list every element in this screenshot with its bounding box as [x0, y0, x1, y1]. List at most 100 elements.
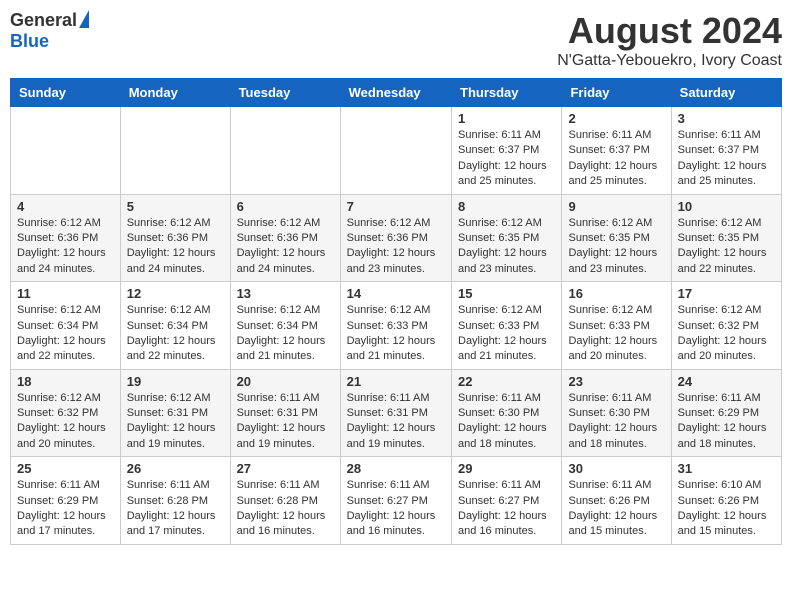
day-info: Sunrise: 6:12 AM Sunset: 6:32 PM Dayligh…	[678, 303, 775, 365]
day-header-thursday: Thursday	[452, 79, 562, 107]
day-info: Sunrise: 6:12 AM Sunset: 6:31 PM Dayligh…	[127, 391, 224, 453]
day-number: 26	[127, 461, 224, 476]
day-number: 6	[237, 199, 334, 214]
week-row-1: 1 Sunrise: 6:11 AM Sunset: 6:37 PM Daylig…	[11, 107, 782, 195]
calendar-cell: 4Sunrise: 6:12 AM Sunset: 6:36 PM Daylig…	[11, 194, 121, 282]
main-title: August 2024	[557, 10, 782, 52]
day-info: Sunrise: 6:12 AM Sunset: 6:32 PM Dayligh…	[17, 391, 114, 453]
day-number: 7	[347, 199, 445, 214]
day-number: 15	[458, 286, 555, 301]
day-info: Sunrise: 6:11 AM Sunset: 6:27 PM Dayligh…	[458, 478, 555, 540]
calendar-cell	[230, 107, 340, 195]
day-number: 30	[568, 461, 664, 476]
calendar-cell: 7 Sunrise: 6:12 AM Sunset: 6:36 PM Daylig…	[340, 194, 451, 282]
calendar-cell: 11 Sunrise: 6:12 AM Sunset: 6:34 PM Dayli…	[11, 282, 121, 370]
day-info: Sunrise: 6:12 AM Sunset: 6:36 PM Dayligh…	[17, 216, 114, 278]
day-info: Sunrise: 6:12 AM Sunset: 6:34 PM Dayligh…	[17, 303, 114, 365]
logo: General Blue	[10, 10, 89, 52]
day-info: Sunrise: 6:12 AM Sunset: 6:35 PM Dayligh…	[678, 216, 775, 278]
day-number: 22	[458, 374, 555, 389]
day-info: Sunrise: 6:12 AM Sunset: 6:35 PM Dayligh…	[458, 216, 555, 278]
day-number: 28	[347, 461, 445, 476]
day-number: 11	[17, 286, 114, 301]
day-number: 31	[678, 461, 775, 476]
calendar-cell: 21 Sunrise: 6:11 AM Sunset: 6:31 PM Dayli…	[340, 369, 451, 457]
day-info: Sunrise: 6:11 AM Sunset: 6:28 PM Dayligh…	[237, 478, 334, 540]
day-info: Sunrise: 6:12 AM Sunset: 6:34 PM Dayligh…	[127, 303, 224, 365]
calendar-cell: 13 Sunrise: 6:12 AM Sunset: 6:34 PM Dayli…	[230, 282, 340, 370]
calendar-cell	[120, 107, 230, 195]
day-info: Sunrise: 6:11 AM Sunset: 6:31 PM Dayligh…	[237, 391, 334, 453]
day-header-friday: Friday	[562, 79, 671, 107]
calendar-cell: 23 Sunrise: 6:11 AM Sunset: 6:30 PM Dayli…	[562, 369, 671, 457]
calendar-cell: 3Sunrise: 6:11 AM Sunset: 6:37 PM Daylig…	[671, 107, 781, 195]
day-info: Sunrise: 6:11 AM Sunset: 6:31 PM Dayligh…	[347, 391, 445, 453]
day-info: Sunrise: 6:11 AM Sunset: 6:30 PM Dayligh…	[458, 391, 555, 453]
week-row-2: 4Sunrise: 6:12 AM Sunset: 6:36 PM Daylig…	[11, 194, 782, 282]
calendar-table: SundayMondayTuesdayWednesdayThursdayFrid…	[10, 78, 782, 545]
calendar-cell: 25Sunrise: 6:11 AM Sunset: 6:29 PM Dayli…	[11, 457, 121, 545]
calendar-cell: 30 Sunrise: 6:11 AM Sunset: 6:26 PM Dayli…	[562, 457, 671, 545]
calendar-cell: 20Sunrise: 6:11 AM Sunset: 6:31 PM Dayli…	[230, 369, 340, 457]
day-number: 24	[678, 374, 775, 389]
day-number: 8	[458, 199, 555, 214]
calendar-header-row: SundayMondayTuesdayWednesdayThursdayFrid…	[11, 79, 782, 107]
calendar-cell	[11, 107, 121, 195]
day-number: 5	[127, 199, 224, 214]
logo-blue-text: Blue	[10, 31, 49, 52]
calendar-cell: 8 Sunrise: 6:12 AM Sunset: 6:35 PM Daylig…	[452, 194, 562, 282]
day-info: Sunrise: 6:12 AM Sunset: 6:33 PM Dayligh…	[458, 303, 555, 365]
week-row-5: 25Sunrise: 6:11 AM Sunset: 6:29 PM Dayli…	[11, 457, 782, 545]
calendar-cell: 28 Sunrise: 6:11 AM Sunset: 6:27 PM Dayli…	[340, 457, 451, 545]
calendar-cell: 6 Sunrise: 6:12 AM Sunset: 6:36 PM Daylig…	[230, 194, 340, 282]
day-number: 9	[568, 199, 664, 214]
day-number: 18	[17, 374, 114, 389]
day-info: Sunrise: 6:11 AM Sunset: 6:30 PM Dayligh…	[568, 391, 664, 453]
day-info: Sunrise: 6:12 AM Sunset: 6:34 PM Dayligh…	[237, 303, 334, 365]
calendar-body: 1 Sunrise: 6:11 AM Sunset: 6:37 PM Daylig…	[11, 107, 782, 545]
day-info: Sunrise: 6:11 AM Sunset: 6:28 PM Dayligh…	[127, 478, 224, 540]
day-number: 14	[347, 286, 445, 301]
day-number: 10	[678, 199, 775, 214]
day-info: Sunrise: 6:12 AM Sunset: 6:35 PM Dayligh…	[568, 216, 664, 278]
day-number: 29	[458, 461, 555, 476]
logo-general-text: General	[10, 10, 77, 31]
day-number: 13	[237, 286, 334, 301]
week-row-3: 11 Sunrise: 6:12 AM Sunset: 6:34 PM Dayli…	[11, 282, 782, 370]
calendar-cell: 12 Sunrise: 6:12 AM Sunset: 6:34 PM Dayli…	[120, 282, 230, 370]
calendar-cell: 31 Sunrise: 6:10 AM Sunset: 6:26 PM Dayli…	[671, 457, 781, 545]
day-info: Sunrise: 6:11 AM Sunset: 6:27 PM Dayligh…	[347, 478, 445, 540]
day-number: 12	[127, 286, 224, 301]
calendar-cell: 19Sunrise: 6:12 AM Sunset: 6:31 PM Dayli…	[120, 369, 230, 457]
calendar-cell: 27Sunrise: 6:11 AM Sunset: 6:28 PM Dayli…	[230, 457, 340, 545]
day-info: Sunrise: 6:10 AM Sunset: 6:26 PM Dayligh…	[678, 478, 775, 540]
page-header: General Blue August 2024 N'Gatta-Yebouek…	[10, 10, 782, 70]
day-info: Sunrise: 6:12 AM Sunset: 6:36 PM Dayligh…	[347, 216, 445, 278]
calendar-cell: 14 Sunrise: 6:12 AM Sunset: 6:33 PM Dayli…	[340, 282, 451, 370]
day-info: Sunrise: 6:11 AM Sunset: 6:37 PM Dayligh…	[568, 128, 664, 190]
calendar-cell: 1 Sunrise: 6:11 AM Sunset: 6:37 PM Daylig…	[452, 107, 562, 195]
title-section: August 2024 N'Gatta-Yebouekro, Ivory Coa…	[557, 10, 782, 70]
day-header-monday: Monday	[120, 79, 230, 107]
day-number: 23	[568, 374, 664, 389]
day-number: 17	[678, 286, 775, 301]
calendar-cell	[340, 107, 451, 195]
subtitle: N'Gatta-Yebouekro, Ivory Coast	[557, 52, 782, 70]
day-info: Sunrise: 6:12 AM Sunset: 6:36 PM Dayligh…	[237, 216, 334, 278]
day-info: Sunrise: 6:11 AM Sunset: 6:29 PM Dayligh…	[678, 391, 775, 453]
day-header-sunday: Sunday	[11, 79, 121, 107]
day-number: 21	[347, 374, 445, 389]
day-info: Sunrise: 6:11 AM Sunset: 6:37 PM Dayligh…	[678, 128, 775, 190]
day-info: Sunrise: 6:12 AM Sunset: 6:33 PM Dayligh…	[568, 303, 664, 365]
day-info: Sunrise: 6:11 AM Sunset: 6:26 PM Dayligh…	[568, 478, 664, 540]
day-info: Sunrise: 6:12 AM Sunset: 6:36 PM Dayligh…	[127, 216, 224, 278]
day-header-wednesday: Wednesday	[340, 79, 451, 107]
day-info: Sunrise: 6:11 AM Sunset: 6:37 PM Dayligh…	[458, 128, 555, 190]
calendar-cell: 15 Sunrise: 6:12 AM Sunset: 6:33 PM Dayli…	[452, 282, 562, 370]
calendar-cell: 24 Sunrise: 6:11 AM Sunset: 6:29 PM Dayli…	[671, 369, 781, 457]
calendar-cell: 22 Sunrise: 6:11 AM Sunset: 6:30 PM Dayli…	[452, 369, 562, 457]
day-info: Sunrise: 6:12 AM Sunset: 6:33 PM Dayligh…	[347, 303, 445, 365]
day-number: 1	[458, 111, 555, 126]
day-number: 16	[568, 286, 664, 301]
day-number: 2	[568, 111, 664, 126]
